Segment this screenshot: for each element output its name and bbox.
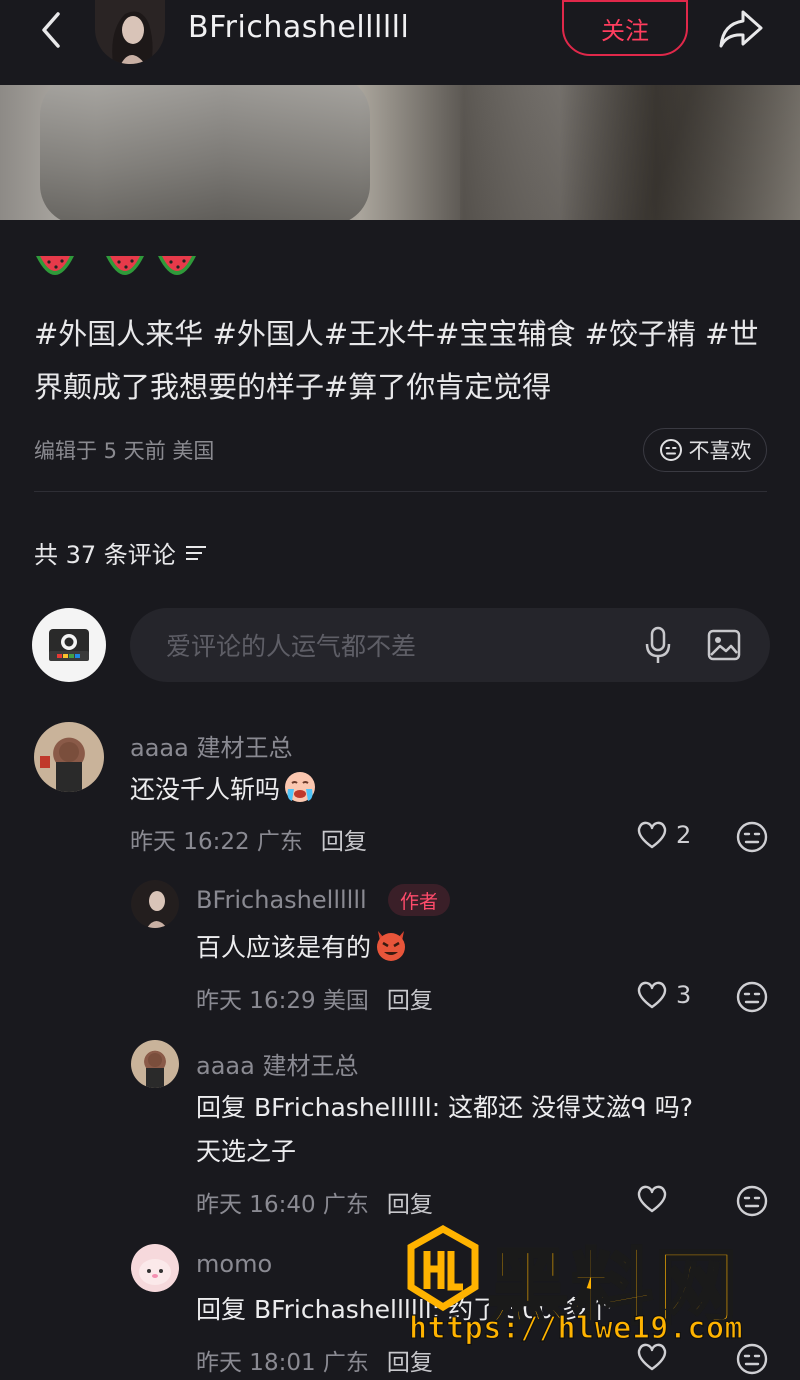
dislike-face-icon[interactable] [735, 980, 769, 1014]
comment-time: 昨天 18:01 广东 [196, 1350, 369, 1376]
comment-body: 百人应该是有的 [196, 933, 372, 962]
author-name[interactable]: BFrichashellllll [188, 10, 409, 45]
comment-text: 还没千人斩吗 [130, 768, 318, 812]
reply-button[interactable]: 回复 [387, 1192, 433, 1218]
post-hashtags[interactable]: #外国人来华 #外国人#王水牛#宝宝辅食 #饺子精 #世界颠成了我想要的样子#算… [34, 308, 774, 414]
like-count: 3 [676, 981, 692, 1009]
comment-meta: 昨天 16:40 广东 回复 [196, 1185, 433, 1219]
dislike-face-icon[interactable] [735, 820, 769, 854]
comment-body: 还没千人斩吗 [130, 775, 281, 804]
comment-time: 昨天 16:29 美国 [196, 988, 369, 1014]
author-avatar[interactable] [95, 0, 165, 64]
post-meta: 编辑于 5 天前 美国 [34, 439, 215, 463]
heart-icon [637, 981, 667, 1009]
share-icon[interactable] [715, 4, 765, 52]
comment-count-header[interactable]: 共 37 条评论 [34, 535, 208, 570]
comment-username[interactable]: momo [196, 1250, 272, 1278]
comment-text-line-1: 回复 BFrichashellllll: 这都还 没得艾滋ᑫ 吗? [196, 1093, 693, 1122]
watermelon-icon [106, 256, 144, 275]
comment-username[interactable]: aaaa 建材王总 [130, 728, 292, 763]
watermark: 黑料网 https://hlwe19.com [405, 1225, 785, 1370]
comment-meta: 昨天 16:22 广东 回复 [130, 822, 367, 856]
comment-time: 昨天 16:22 广东 [130, 829, 303, 855]
crying-face-icon [285, 772, 316, 802]
emoji-row [34, 250, 198, 290]
comment-time: 昨天 16:40 广东 [196, 1192, 369, 1218]
like-button[interactable] [636, 1184, 668, 1214]
comment-meta: 昨天 18:01 广东 回复 [196, 1343, 433, 1377]
heart-icon [637, 821, 667, 849]
comment-text: 百人应该是有的 [196, 926, 409, 970]
watermelon-icon [36, 256, 74, 275]
heart-icon [637, 1185, 667, 1213]
my-avatar[interactable] [32, 608, 106, 682]
image-icon[interactable] [706, 627, 742, 663]
reply-button[interactable]: 回复 [321, 829, 367, 855]
comment-count-label: 共 37 条评论 [34, 541, 176, 569]
commenter-avatar[interactable] [131, 1244, 179, 1292]
comment-input[interactable] [164, 608, 608, 684]
post-image[interactable] [0, 85, 800, 220]
sort-icon[interactable] [184, 543, 208, 563]
watermark-url: https://hlwe19.com [408, 1310, 744, 1346]
commenter-avatar[interactable] [131, 1040, 179, 1088]
comment-username[interactable]: aaaa 建材王总 [196, 1046, 358, 1081]
watermark-logo-icon [407, 1225, 479, 1312]
reply-button[interactable]: 回复 [387, 988, 433, 1014]
author-badge: 作者 [388, 884, 451, 916]
watermelon-icon [158, 256, 196, 275]
dislike-button[interactable]: 不喜欢 [643, 428, 767, 472]
microphone-icon[interactable] [642, 625, 674, 665]
comment-meta: 昨天 16:29 美国 回复 [196, 981, 433, 1015]
commenter-avatar[interactable] [131, 880, 179, 928]
follow-button[interactable]: 关注 [562, 0, 688, 56]
dislike-label: 不喜欢 [688, 439, 752, 463]
like-count: 2 [676, 821, 692, 849]
top-bar: BFrichashellllll 关注 [0, 0, 800, 85]
like-button[interactable]: 3 [636, 980, 691, 1010]
divider [34, 491, 767, 492]
back-arrow-icon[interactable] [36, 10, 66, 50]
devil-face-icon [377, 931, 406, 961]
comment-text-line-2: 天选之子 [196, 1137, 297, 1166]
comment-input-box[interactable] [130, 608, 770, 684]
dislike-face-icon[interactable] [735, 1184, 769, 1218]
like-button[interactable]: 2 [636, 820, 691, 850]
commenter-avatar[interactable] [34, 722, 104, 792]
camera-icon [49, 629, 89, 661]
comment-username[interactable]: BFrichashellllll [196, 886, 367, 914]
neutral-face-icon [659, 439, 682, 461]
